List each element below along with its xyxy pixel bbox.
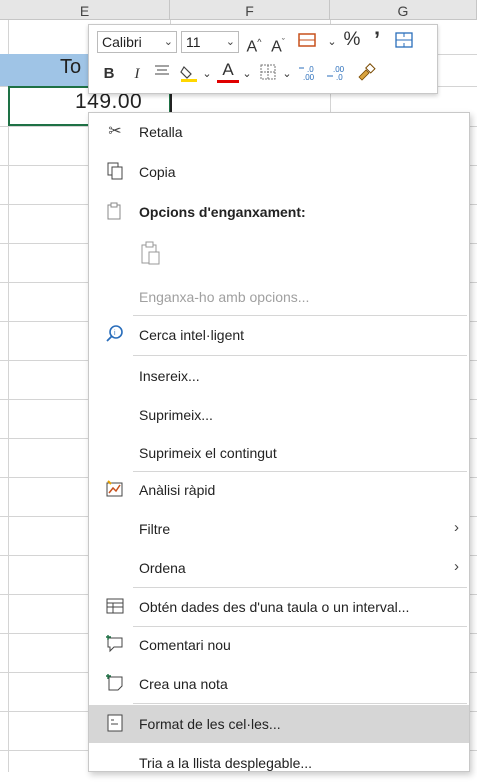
column-header-f[interactable]: F <box>170 0 330 20</box>
new-comment-icon <box>105 634 125 656</box>
menu-item-new-note[interactable]: Crea una nota <box>89 665 469 703</box>
context-menu: ✂ Retalla Copia Opcions d'enganxament: E… <box>88 112 470 772</box>
paste-icon <box>105 201 125 223</box>
smart-search-icon: i <box>105 324 125 346</box>
svg-text:.00: .00 <box>303 73 315 81</box>
decrease-font-size-icon[interactable]: Aˇ <box>267 31 289 58</box>
format-painter-icon[interactable] <box>355 63 377 88</box>
font-name-dropdown[interactable]: Calibri ⌄ <box>97 31 177 53</box>
format-cells-icon <box>105 713 125 735</box>
menu-item-smart-lookup[interactable]: i Cerca intel·ligent <box>89 316 469 354</box>
menu-separator <box>133 703 467 704</box>
comma-style-icon[interactable]: ’ <box>367 29 387 51</box>
grid-line <box>8 20 9 772</box>
menu-item-paste-special[interactable]: Enganxa-ho amb opcions... <box>89 278 469 316</box>
increase-decimal-icon[interactable]: .0.00 <box>297 63 323 88</box>
font-size-value: 11 <box>186 34 201 50</box>
scissors-icon: ✂ <box>108 123 122 140</box>
fill-color-icon[interactable] <box>177 63 201 90</box>
quick-analysis-icon <box>105 479 125 501</box>
chevron-right-icon: › <box>454 519 459 536</box>
merge-center-icon[interactable] <box>391 31 417 56</box>
number-format-icon[interactable] <box>293 31 323 56</box>
menu-item-new-comment[interactable]: Comentari nou <box>89 626 469 664</box>
column-header-e[interactable]: E <box>0 0 170 20</box>
menu-item-label: Comentari nou <box>139 637 231 653</box>
menu-item-get-data-from-table[interactable]: Obtén dades des d'una taula o un interva… <box>89 588 469 626</box>
mini-toolbar: Calibri ⌄ 11 ⌄ A^ Aˇ ⌄ % ’ B I ⌄ A ⌄ ⌄ .… <box>88 24 438 94</box>
menu-item-label: Suprimeix el contingut <box>139 445 277 461</box>
new-note-icon <box>105 673 125 695</box>
menu-item-label: Anàlisi ràpid <box>139 482 216 498</box>
italic-button[interactable]: I <box>127 63 147 85</box>
menu-item-label: Enganxa-ho amb opcions... <box>139 289 310 305</box>
menu-item-label: Cerca intel·ligent <box>139 327 245 343</box>
menu-item-copy[interactable]: Copia <box>89 153 469 191</box>
menu-item-label: Filtre <box>139 521 171 537</box>
percent-style-icon[interactable]: % <box>341 29 363 51</box>
chevron-down-icon: ⌄ <box>225 36 235 48</box>
chevron-down-icon: ⌄ <box>163 36 173 48</box>
menu-item-delete[interactable]: Suprimeix... <box>89 396 469 434</box>
align-center-icon[interactable] <box>151 63 173 85</box>
menu-item-cut[interactable]: ✂ Retalla <box>89 113 469 151</box>
menu-item-paste-options: Opcions d'enganxament: <box>89 193 469 231</box>
borders-icon[interactable] <box>257 63 279 88</box>
chevron-down-icon[interactable]: ⌄ <box>325 31 339 53</box>
font-size-dropdown[interactable]: 11 ⌄ <box>181 31 239 53</box>
menu-item-insert[interactable]: Insereix... <box>89 357 469 395</box>
menu-item-format-cells[interactable]: Format de les cel·les... <box>89 705 469 743</box>
increase-font-size-icon[interactable]: A^ <box>243 31 265 58</box>
menu-item-label: Copia <box>139 164 176 180</box>
chevron-down-icon[interactable]: ⌄ <box>241 63 253 85</box>
column-header-g[interactable]: G <box>330 0 477 20</box>
table-icon <box>105 596 125 618</box>
menu-separator <box>133 355 467 356</box>
chevron-down-icon[interactable]: ⌄ <box>281 63 293 85</box>
chevron-down-icon[interactable]: ⌄ <box>201 63 213 85</box>
menu-item-label: Retalla <box>139 124 183 140</box>
menu-item-label: Suprimeix... <box>139 407 213 423</box>
menu-item-clear-contents[interactable]: Suprimeix el contingut <box>89 434 469 472</box>
bold-button[interactable]: B <box>99 63 119 85</box>
menu-item-sort[interactable]: Ordena › <box>89 549 469 587</box>
menu-item-quick-analysis[interactable]: Anàlisi ràpid <box>89 471 469 509</box>
paste-option-button[interactable] <box>89 233 469 277</box>
font-color-icon[interactable]: A <box>217 61 239 83</box>
menu-item-label: Format de les cel·les... <box>139 716 281 732</box>
chevron-right-icon: › <box>454 558 459 575</box>
svg-text:.0: .0 <box>336 73 343 81</box>
copy-icon <box>105 161 125 183</box>
menu-item-label: Crea una nota <box>139 676 228 692</box>
svg-text:i: i <box>114 330 116 337</box>
paste-icon <box>139 239 163 269</box>
menu-item-label: Opcions d'enganxament: <box>139 204 306 220</box>
menu-item-filter[interactable]: Filtre › <box>89 510 469 548</box>
decrease-decimal-icon[interactable]: .00.0 <box>325 63 351 88</box>
menu-item-label: Ordena <box>139 560 186 576</box>
table-header-cell[interactable] <box>0 54 100 86</box>
menu-item-label: Insereix... <box>139 368 200 384</box>
table-header-text: To <box>60 56 82 78</box>
menu-item-pick-from-dropdown[interactable]: Tria a la llista desplegable... <box>89 744 469 782</box>
menu-item-label: Obtén dades des d'una taula o un interva… <box>139 599 410 615</box>
font-name-value: Calibri <box>102 34 142 50</box>
menu-item-label: Tria a la llista desplegable... <box>139 755 313 771</box>
